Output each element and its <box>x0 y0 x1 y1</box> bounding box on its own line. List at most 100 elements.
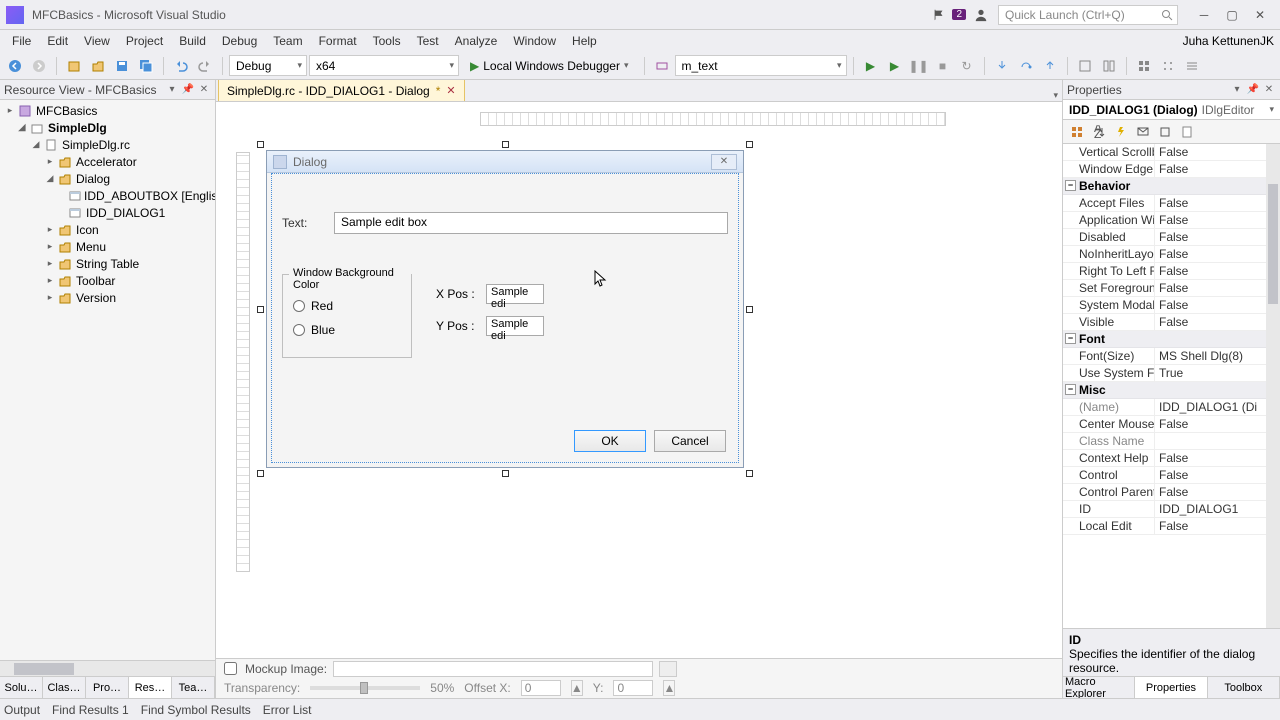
grid-btn-3[interactable] <box>1181 55 1203 77</box>
member-dropdown[interactable]: m_text <box>675 55 847 76</box>
maximize-button[interactable]: ▢ <box>1218 5 1246 25</box>
property-row[interactable]: Right To Left ReFalse <box>1063 263 1266 280</box>
user-name[interactable]: Juha Kettunen <box>1183 34 1260 48</box>
grid-btn-1[interactable] <box>1133 55 1155 77</box>
mockup-path-input[interactable] <box>333 661 653 677</box>
property-row[interactable]: ControlFalse <box>1063 467 1266 484</box>
new-project-button[interactable] <box>63 55 85 77</box>
property-row[interactable]: Set ForegroundFalse <box>1063 280 1266 297</box>
ypos-edit[interactable]: Sample edi <box>486 316 544 336</box>
property-pages-icon[interactable] <box>1177 122 1197 142</box>
property-row[interactable]: VisibleFalse <box>1063 314 1266 331</box>
property-row[interactable]: Class Name <box>1063 433 1266 450</box>
events-icon[interactable] <box>1111 122 1131 142</box>
text-edit[interactable]: Sample edit box <box>334 212 728 234</box>
offsety-input[interactable]: 0 <box>613 680 653 696</box>
step-over-button[interactable] <box>1015 55 1037 77</box>
panel-close-icon[interactable]: ✕ <box>197 83 211 97</box>
tab-toolbox[interactable]: Toolbox <box>1208 677 1280 698</box>
tree-rc[interactable]: ◢SimpleDlg.rc <box>0 136 215 153</box>
cancel-button[interactable]: Cancel <box>654 430 726 452</box>
tree-aboutbox[interactable]: IDD_ABOUTBOX [English] <box>0 187 215 204</box>
property-v-scrollbar[interactable] <box>1266 144 1280 628</box>
feedback-icon[interactable] <box>974 8 988 22</box>
menu-view[interactable]: View <box>76 32 118 50</box>
tab-solution[interactable]: Solu… <box>0 677 43 698</box>
overrides-icon[interactable] <box>1155 122 1175 142</box>
ypos-label[interactable]: Y Pos : <box>436 319 478 333</box>
text-label[interactable]: Text: <box>282 216 334 230</box>
resize-handle[interactable] <box>746 470 753 477</box>
resize-handle[interactable] <box>502 141 509 148</box>
user-avatar[interactable]: JK <box>1260 34 1274 48</box>
property-row[interactable]: Window EdgeFalse <box>1063 161 1266 178</box>
property-row[interactable]: NoInheritLayouFalse <box>1063 246 1266 263</box>
minimize-button[interactable]: ─ <box>1190 5 1218 25</box>
property-category[interactable]: −Misc <box>1063 382 1266 399</box>
panel-pin-icon[interactable]: 📌 <box>181 83 195 97</box>
tree-menu[interactable]: ▸Menu <box>0 238 215 255</box>
dialog-close-icon[interactable]: ✕ <box>711 154 737 170</box>
resize-handle[interactable] <box>257 306 264 313</box>
tree-version[interactable]: ▸Version <box>0 289 215 306</box>
menu-window[interactable]: Window <box>505 32 564 50</box>
property-row[interactable]: (Name)IDD_DIALOG1 (Di <box>1063 399 1266 416</box>
start-debug-button[interactable]: ▶ Local Windows Debugger ▾ <box>461 55 638 76</box>
tab-close-icon[interactable]: ✕ <box>446 84 455 97</box>
restart-button[interactable]: ↻ <box>956 55 978 77</box>
messages-icon[interactable] <box>1133 122 1153 142</box>
tree-icon[interactable]: ▸Icon <box>0 221 215 238</box>
tab-team[interactable]: Tea… <box>172 677 215 698</box>
property-row[interactable]: System ModalFalse <box>1063 297 1266 314</box>
property-category[interactable]: −Behavior <box>1063 178 1266 195</box>
offsetx-spinner[interactable]: ▲▼ <box>571 680 583 696</box>
menu-format[interactable]: Format <box>311 32 365 50</box>
menu-project[interactable]: Project <box>118 32 171 50</box>
tab-find-results[interactable]: Find Results 1 <box>52 703 129 717</box>
panel-dropdown-icon[interactable]: ▾ <box>1230 83 1244 97</box>
redo-button[interactable] <box>194 55 216 77</box>
tree-accelerator[interactable]: ▸Accelerator <box>0 153 215 170</box>
dialog-titlebar[interactable]: Dialog ✕ <box>267 151 743 173</box>
undo-button[interactable] <box>170 55 192 77</box>
tab-output[interactable]: Output <box>4 703 40 717</box>
pause-button[interactable]: ❚❚ <box>908 55 930 77</box>
mockup-checkbox[interactable] <box>224 662 237 675</box>
resize-handle[interactable] <box>257 470 264 477</box>
layout-btn-1[interactable] <box>1074 55 1096 77</box>
property-row[interactable]: Vertical ScrollbaFalse <box>1063 144 1266 161</box>
menu-analyze[interactable]: Analyze <box>447 32 506 50</box>
mockup-browse-button[interactable] <box>659 661 677 677</box>
stop-button[interactable]: ■ <box>932 55 954 77</box>
tree-toolbar[interactable]: ▸Toolbar <box>0 272 215 289</box>
layout-btn-2[interactable] <box>1098 55 1120 77</box>
alphabetical-icon[interactable]: AZ <box>1089 122 1109 142</box>
tree-dialog1[interactable]: IDD_DIALOG1 <box>0 204 215 221</box>
open-button[interactable] <box>87 55 109 77</box>
tree-stringtable[interactable]: ▸String Table <box>0 255 215 272</box>
property-row[interactable]: Context HelpFalse <box>1063 450 1266 467</box>
property-row[interactable]: Local EditFalse <box>1063 518 1266 535</box>
resize-handle[interactable] <box>746 306 753 313</box>
save-button[interactable] <box>111 55 133 77</box>
property-row[interactable]: Accept FilesFalse <box>1063 195 1266 212</box>
close-button[interactable]: ✕ <box>1246 5 1274 25</box>
ok-button[interactable]: OK <box>574 430 646 452</box>
tab-class[interactable]: Clas… <box>43 677 86 698</box>
quick-launch-input[interactable]: Quick Launch (Ctrl+Q) <box>998 5 1178 25</box>
run-noDebug-button[interactable]: ▶ <box>884 55 906 77</box>
nav-fwd-button[interactable] <box>28 55 50 77</box>
property-row[interactable]: DisabledFalse <box>1063 229 1266 246</box>
property-row[interactable]: Application WinFalse <box>1063 212 1266 229</box>
nav-back-button[interactable] <box>4 55 26 77</box>
run-button[interactable]: ▶ <box>860 55 882 77</box>
step-out-button[interactable] <box>1039 55 1061 77</box>
tab-dropdown-icon[interactable]: ▾ <box>1053 90 1058 101</box>
tree-h-scrollbar[interactable] <box>0 660 215 676</box>
doc-tab-dialog[interactable]: SimpleDlg.rc - IDD_DIALOG1 - Dialog * ✕ <box>218 80 465 101</box>
xpos-label[interactable]: X Pos : <box>436 287 478 301</box>
offsety-spinner[interactable]: ▲▼ <box>663 680 675 696</box>
resize-handle[interactable] <box>502 470 509 477</box>
property-row[interactable]: Center MouseFalse <box>1063 416 1266 433</box>
menu-edit[interactable]: Edit <box>39 32 76 50</box>
